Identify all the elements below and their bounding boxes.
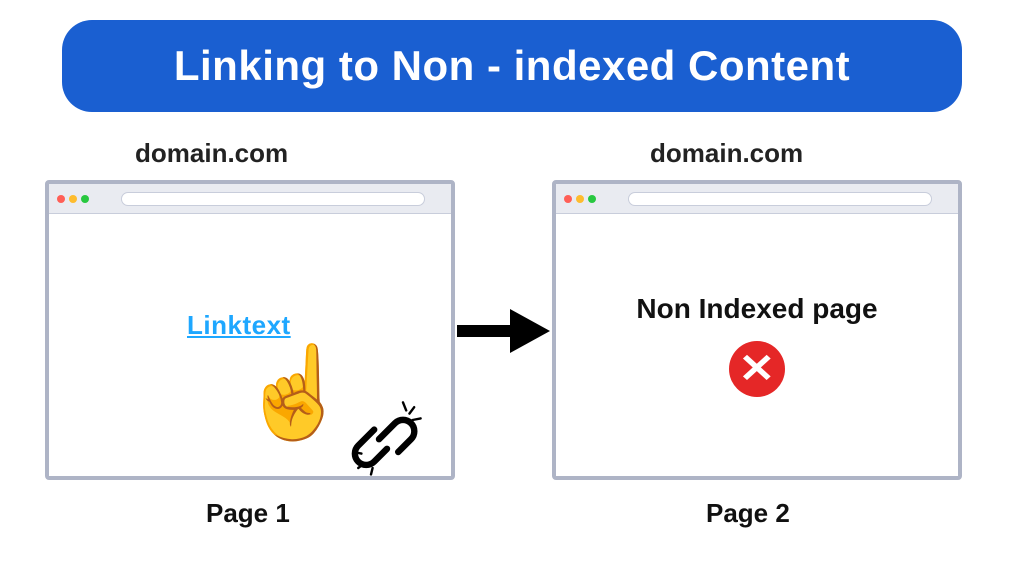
browser-chrome: [556, 184, 958, 214]
window-close-dot-icon: [57, 195, 65, 203]
window-maximize-dot-icon: [81, 195, 89, 203]
title-banner: Linking to Non - indexed Content: [62, 20, 962, 112]
browser-window-right: Non Indexed page ✕: [552, 180, 962, 480]
link-text[interactable]: Linktext: [187, 310, 291, 341]
title-text: Linking to Non - indexed Content: [174, 42, 850, 90]
window-maximize-dot-icon: [588, 195, 596, 203]
domain-label-left: domain.com: [135, 138, 288, 169]
url-bar: [121, 192, 425, 206]
page-label-right: Page 2: [706, 498, 790, 529]
error-x-icon: ✕: [729, 341, 785, 397]
x-mark: ✕: [739, 349, 776, 389]
browser-body-left: Linktext ☝: [49, 214, 451, 476]
page-label-left: Page 1: [206, 498, 290, 529]
browser-window-left: Linktext ☝: [45, 180, 455, 480]
window-close-dot-icon: [564, 195, 572, 203]
browser-body-right: Non Indexed page ✕: [556, 214, 958, 476]
non-indexed-label: Non Indexed page: [636, 293, 877, 325]
arrow-right-icon: [455, 305, 550, 357]
browser-chrome: [49, 184, 451, 214]
link-chain-icon: [347, 396, 427, 476]
url-bar: [628, 192, 932, 206]
window-minimize-dot-icon: [576, 195, 584, 203]
domain-label-right: domain.com: [650, 138, 803, 169]
pointer-hand-icon: ☝: [239, 348, 351, 438]
window-minimize-dot-icon: [69, 195, 77, 203]
